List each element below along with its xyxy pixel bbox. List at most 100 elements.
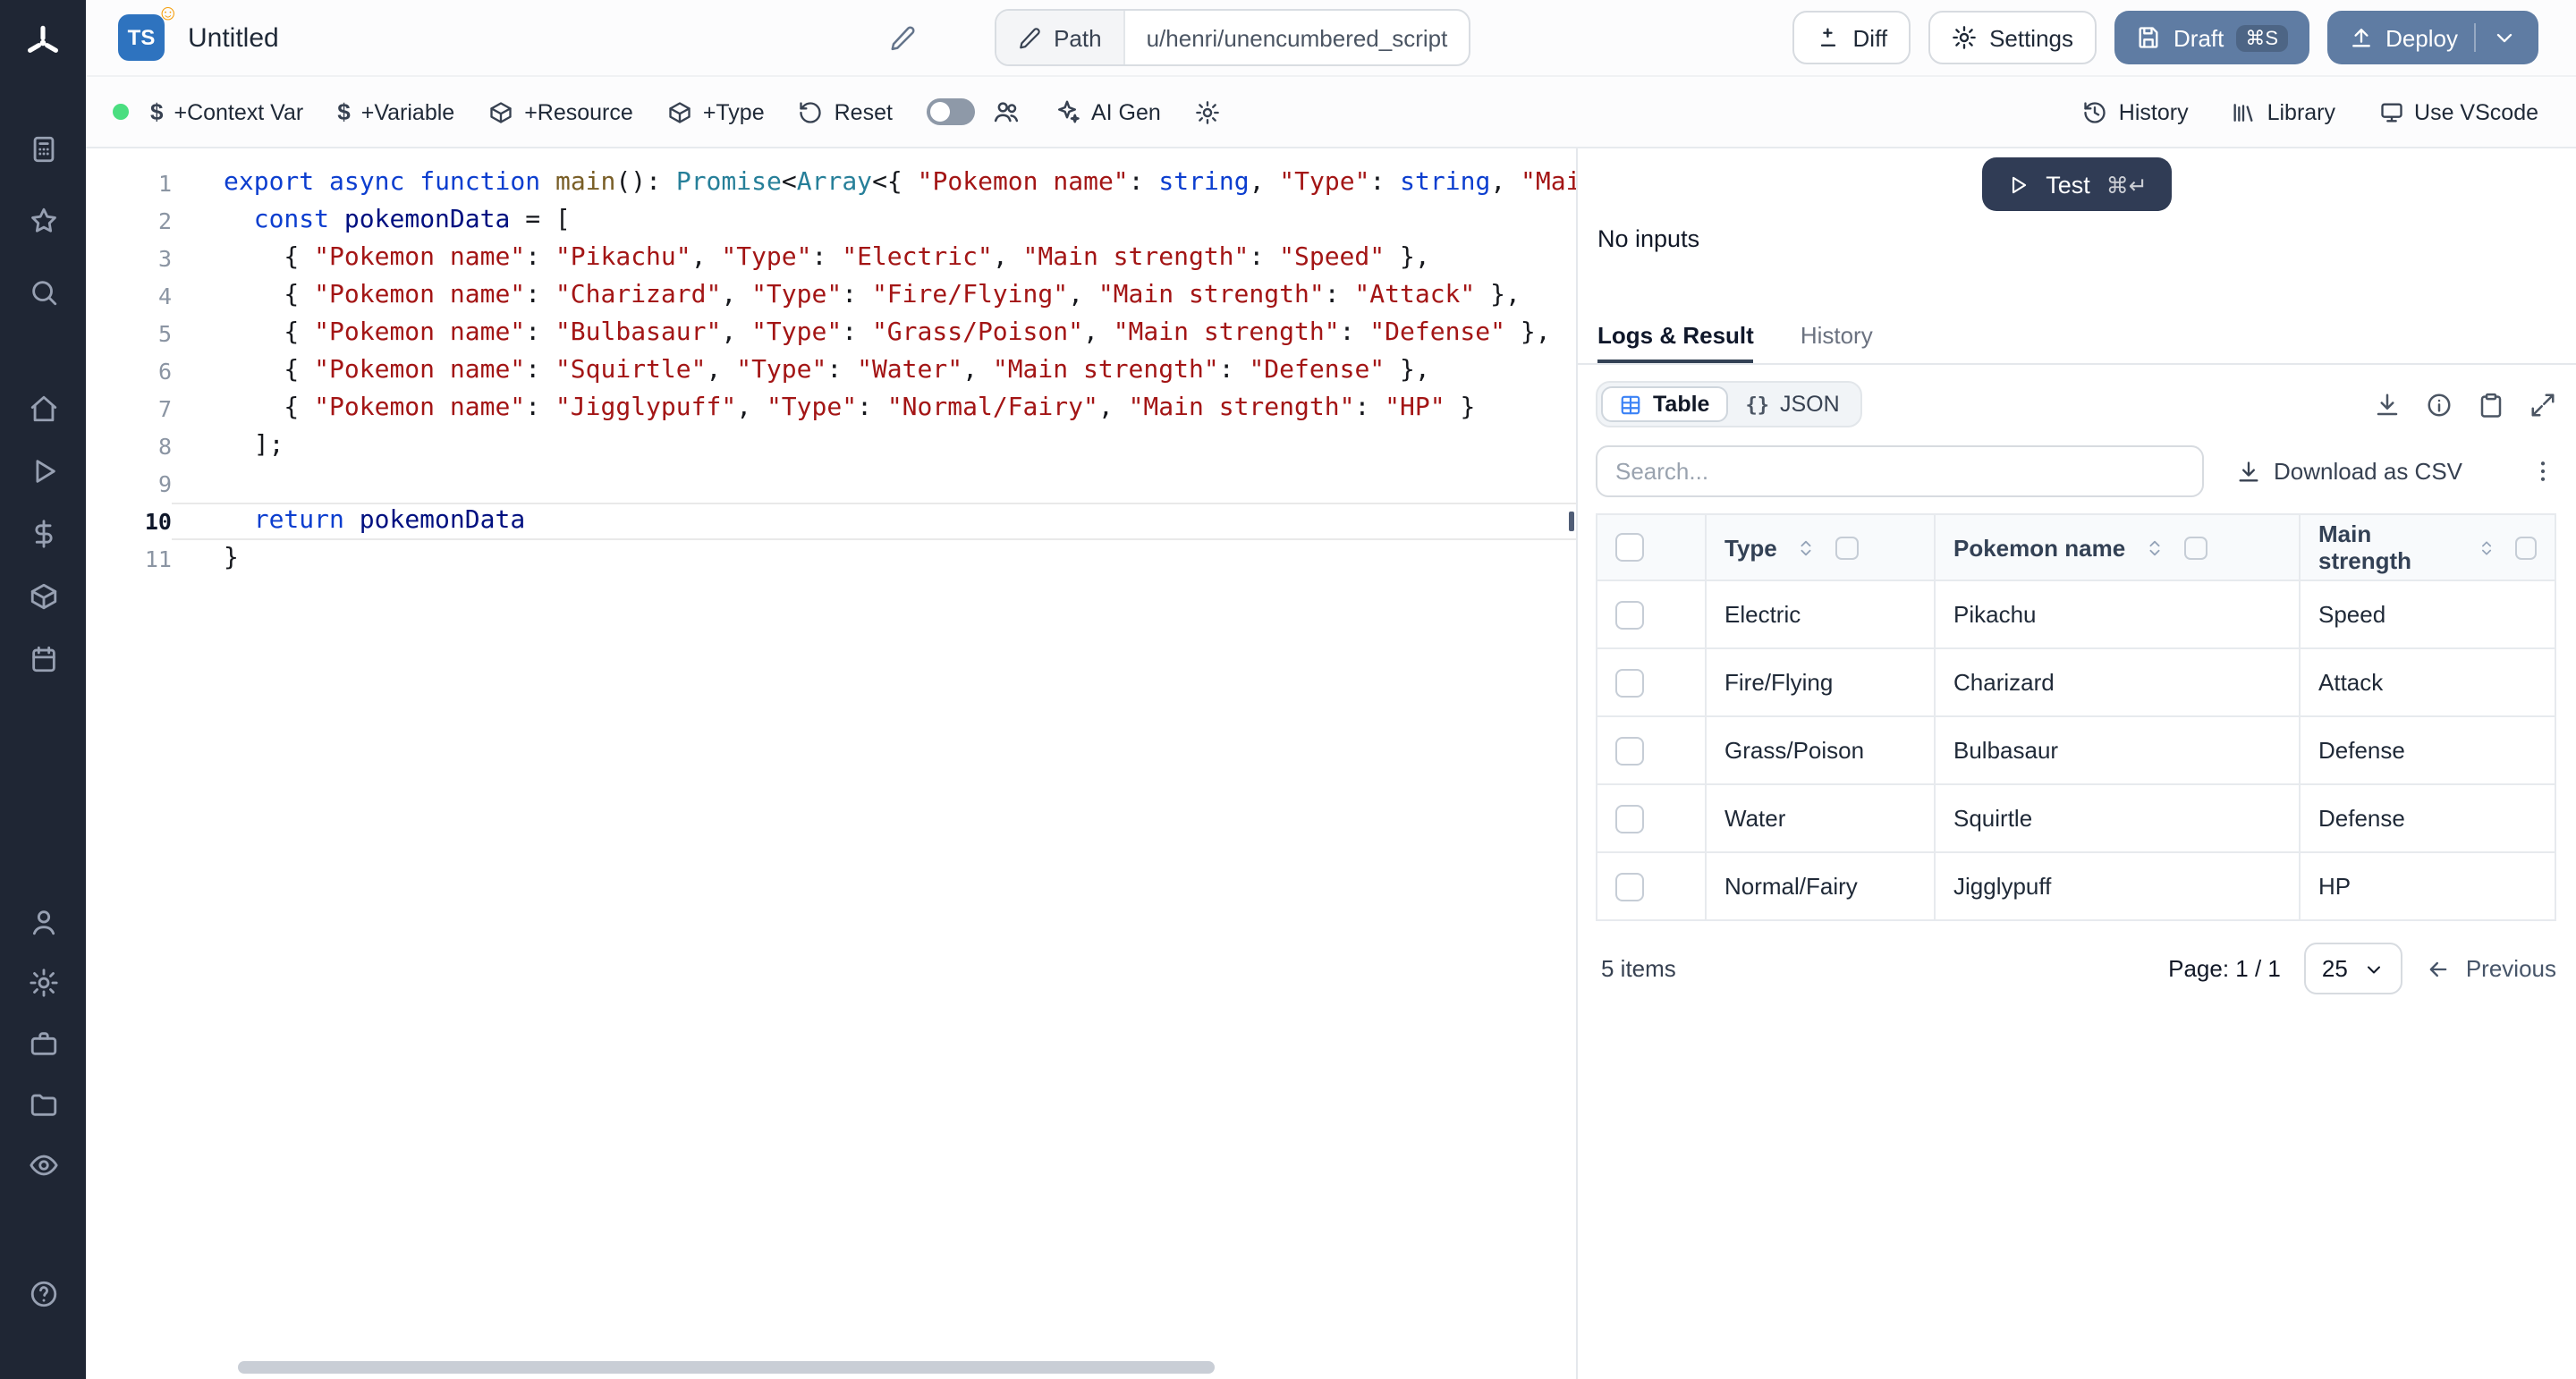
settings-button[interactable]: Settings [1928,11,2097,64]
sidebar-item-workers[interactable] [27,1027,59,1059]
copy-result-button[interactable] [2478,391,2504,418]
code-line-3[interactable]: { "Pokemon name": "Pikachu", "Type": "El… [224,240,1576,277]
library-button[interactable]: Library [2232,99,2335,124]
more-options-button[interactable] [2529,458,2556,485]
add-variable-button[interactable]: $+Variable [337,98,454,125]
view-toggle-table[interactable]: Table [1601,386,1727,422]
table-header-row: Type Pokemon name Main strength [1597,514,2555,580]
column-checkbox[interactable] [1836,536,1860,559]
column-checkbox[interactable] [2184,536,2207,559]
download-result-button[interactable] [2374,391,2401,418]
code-line-4[interactable]: { "Pokemon name": "Charizard", "Type": "… [224,277,1576,315]
tab-history[interactable]: History [1801,311,1873,363]
table-row[interactable]: WaterSquirtleDefense [1597,784,2555,852]
diff-icon [1816,25,1841,50]
edit-summary-button[interactable] [889,24,916,51]
diff-button[interactable]: Diff [1792,11,1911,64]
column-header-main-strength[interactable]: Main strength [2300,514,2555,580]
sidebar-item-audit-logs[interactable] [27,1148,59,1180]
sort-icon[interactable] [1797,536,1817,559]
sidebar-item-variables[interactable] [27,517,59,549]
use-vscode-button[interactable]: Use VScode [2378,99,2538,124]
multiplayer-users[interactable] [993,98,1020,125]
row-checkbox[interactable] [1615,669,1644,698]
ai-gen-button[interactable]: AI Gen [1054,98,1161,125]
table-cell: Defense [2300,716,2555,784]
row-checkbox[interactable] [1615,737,1644,766]
column-header-pokemon-name[interactable]: Pokemon name [1935,514,2300,580]
sidebar-item-help[interactable] [27,1277,59,1309]
deploy-button[interactable]: Deploy [2326,11,2538,64]
sidebar-item-calculator[interactable] [27,132,59,165]
search-icon [28,276,58,307]
code-line-8[interactable]: ]; [224,427,1576,465]
reset-button[interactable]: Reset [799,99,893,124]
select-all-checkbox[interactable] [1615,534,1644,563]
code-line-2[interactable]: const pokemonData = [ [224,202,1576,240]
users-icon [993,98,1020,125]
info-button[interactable] [2426,391,2453,418]
multiplayer-toggle[interactable] [927,98,975,125]
sidebar-item-folders[interactable] [27,1087,59,1120]
add-context-var-button[interactable]: $+Context Var [150,98,303,125]
add-type-button[interactable]: +Type [667,99,765,124]
search-input[interactable] [1596,445,2204,497]
history-button[interactable]: History [2083,99,2189,124]
download-icon [2374,391,2401,418]
result-view-row: Table {} JSON [1596,381,2556,427]
sidebar-item-runs[interactable] [27,454,59,486]
script-title: Untitled [188,22,279,53]
path-editor[interactable]: Path u/henri/unencumbered_script [995,9,1470,66]
code-line-1[interactable]: export async function main(): Promise<Ar… [224,165,1576,202]
row-checkbox[interactable] [1615,601,1644,630]
sidebar-group-main [27,392,59,674]
windmill-logo[interactable] [23,23,63,63]
editor-settings-button[interactable] [1195,99,1220,124]
sort-icon[interactable] [2478,536,2496,559]
sidebar-item-favorites[interactable] [27,204,59,236]
code-line-7[interactable]: { "Pokemon name": "Jigglypuff", "Type": … [224,390,1576,427]
column-header-type[interactable]: Type [1706,514,1935,580]
row-checkbox[interactable] [1615,873,1644,901]
sidebar-group-admin [27,905,59,1180]
deploy-dropdown-toggle[interactable] [2492,25,2517,50]
code-line-11[interactable]: } [224,540,1576,578]
code-line-5[interactable]: { "Pokemon name": "Bulbasaur", "Type": "… [224,315,1576,352]
sidebar-item-search[interactable] [27,275,59,308]
code-line-9[interactable] [224,465,1576,503]
table-row[interactable]: Grass/PoisonBulbasaurDefense [1597,716,2555,784]
expand-result-button[interactable] [2529,391,2556,418]
table-cell: Squirtle [1935,784,2300,852]
test-button[interactable]: Test ⌘↵ [1981,157,2173,211]
sidebar-item-resources[interactable] [27,580,59,612]
download-csv-button[interactable]: Download as CSV [2236,458,2462,485]
sort-icon[interactable] [2145,536,2165,559]
add-resource-button[interactable]: +Resource [488,99,633,124]
code-line-6[interactable]: { "Pokemon name": "Squirtle", "Type": "W… [224,352,1576,390]
sidebar-item-settings[interactable] [27,966,59,998]
eye-icon [28,1149,58,1180]
view-toggle: Table {} JSON [1596,381,1863,427]
test-shortcut: ⌘↵ [2106,171,2148,198]
column-checkbox[interactable] [2515,536,2537,559]
view-toggle-json[interactable]: {} JSON [1727,386,1857,422]
code-lines[interactable]: export async function main(): Promise<Ar… [172,165,1576,1379]
sidebar-item-schedules[interactable] [27,642,59,674]
language-badge: TS ☺ [118,14,165,61]
table-row[interactable]: ElectricPikachuSpeed [1597,580,2555,648]
horizontal-scrollbar[interactable] [238,1361,1215,1374]
draft-button[interactable]: Draft ⌘S [2114,11,2309,64]
clipboard-icon [2478,391,2504,418]
sidebar-item-home[interactable] [27,392,59,424]
row-checkbox[interactable] [1615,805,1644,833]
code-editor[interactable]: 1234567891011 export async function main… [86,148,1576,1379]
page-size-select[interactable]: 25 [2304,943,2403,994]
table-row[interactable]: Normal/FairyJigglypuffHP [1597,852,2555,920]
previous-page-button[interactable]: Previous [2427,955,2556,982]
table-controls: Download as CSV [1596,445,2556,497]
table-row[interactable]: Fire/FlyingCharizardAttack [1597,648,2555,716]
tab-logs-result[interactable]: Logs & Result [1597,311,1754,363]
sidebar-item-users[interactable] [27,905,59,937]
calculator-icon [28,133,58,164]
code-line-10[interactable]: return pokemonData [224,503,1576,540]
